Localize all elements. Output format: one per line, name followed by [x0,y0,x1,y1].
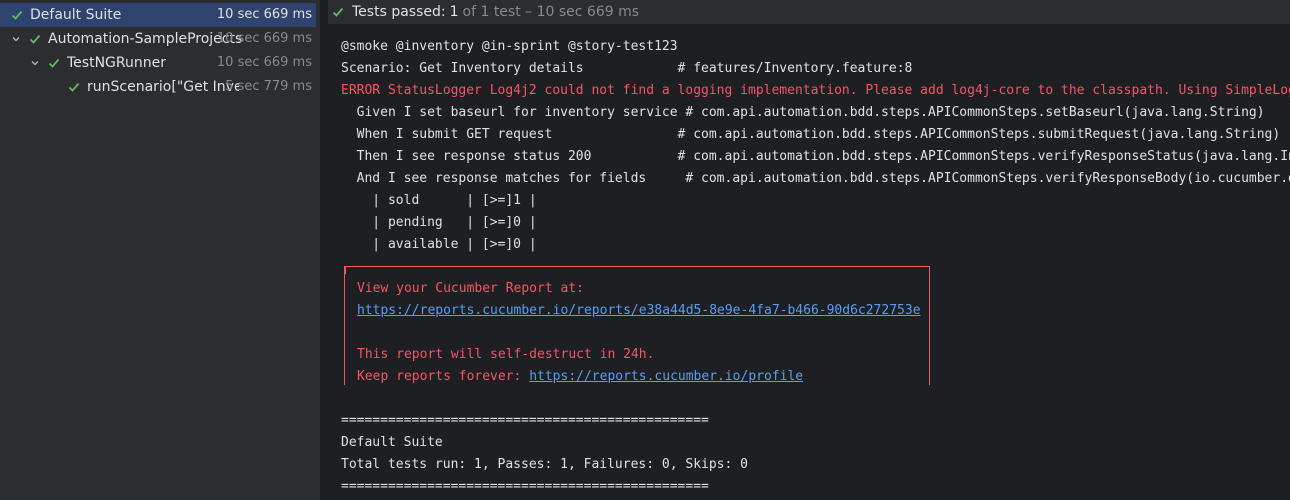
data-table-row: | sold | [>=]1 | [341,193,537,208]
totals-line: Total tests run: 1, Passes: 1, Failures:… [341,457,748,472]
chevron-down-icon[interactable] [29,51,41,75]
report-url-line: https://reports.cucumber.io/reports/e38a… [357,300,921,322]
profile-link[interactable]: https://reports.cucumber.io/profile [529,369,803,384]
step-line: When I submit GET request # com.api.auto… [341,127,1281,142]
check-icon [10,3,24,27]
tests-passed-count: 1 [449,4,459,20]
check-icon [47,51,61,75]
panel-divider[interactable] [320,0,328,500]
test-tree-panel: Default Suite 10 sec 669 ms Automation-S… [0,0,320,500]
tree-item-label: runScenario["Get Invento [87,79,239,95]
tree-item-label: Automation-SampleProjects [48,31,243,47]
step-line: Given I set baseurl for inventory servic… [341,105,1265,120]
separator-line: ========================================… [341,479,709,494]
check-icon [67,75,81,99]
step-line: Then I see response status 200 # com.api… [341,149,1290,164]
report-destruct-text: This report will self-destruct in 24h. [357,347,655,362]
test-status-bar: Tests passed: 1 of 1 test – 10 sec 669 m… [328,0,1290,24]
tree-item-default-suite[interactable]: Default Suite 10 sec 669 ms [0,3,316,27]
separator-line: ========================================… [341,413,709,428]
scenario-line: Scenario: Get Inventory details # featur… [341,61,913,76]
tags-line: @smoke @inventory @in-sprint @story-test… [341,39,678,54]
tree-item-duration: 10 sec 669 ms [216,31,312,46]
data-table-row: | available | [>=]0 | [341,237,537,252]
tree-item-testngrunner[interactable]: TestNGRunner 10 sec 669 ms [0,51,316,75]
suite-name-line: Default Suite [341,435,443,450]
report-keep-line: Keep reports forever: https://reports.cu… [357,366,803,388]
tree-item-automation-sampleprojects[interactable]: Automation-SampleProjects 10 sec 669 ms [0,27,316,51]
report-keep-label: Keep reports forever: [357,369,530,384]
tree-item-label: Default Suite [30,7,122,23]
console-output[interactable]: @smoke @inventory @in-sprint @story-test… [328,32,1290,500]
tests-summary: of 1 test – 10 sec 669 ms [462,4,640,20]
tests-passed-label: Tests passed: [352,4,446,20]
cucumber-report-box: View your Cucumber Report at: https://re… [344,266,930,385]
step-line: And I see response matches for fields # … [356,171,1290,186]
report-link[interactable]: https://reports.cucumber.io/reports/e38a… [357,303,921,318]
chevron-down-icon[interactable] [0,3,10,27]
tree-item-duration: 10 sec 669 ms [216,7,312,22]
tree-item-duration: 10 sec 669 ms [216,55,312,70]
check-icon [28,27,42,51]
report-view-text: View your Cucumber Report at: [357,281,584,296]
data-table-row: | pending | [>=]0 | [341,215,537,230]
error-line: ERROR StatusLogger Log4j2 could not find… [341,83,1290,98]
tree-item-label: TestNGRunner [67,55,166,71]
tree-item-runscenario[interactable]: runScenario["Get Invento 5 sec 779 ms [0,75,316,99]
chevron-down-icon[interactable] [10,27,22,51]
tree-item-duration: 5 sec 779 ms [225,79,312,94]
check-icon [332,6,346,18]
